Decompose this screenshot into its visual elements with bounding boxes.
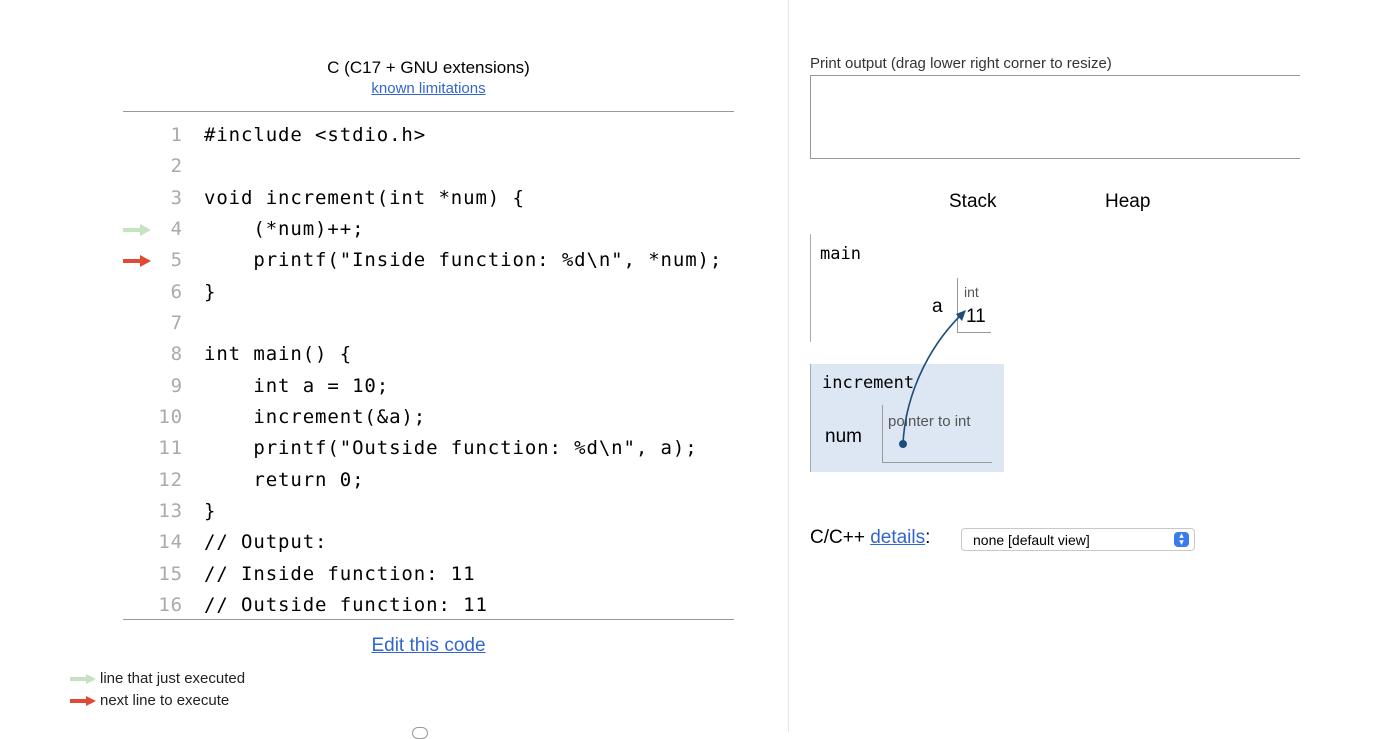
edit-code-link[interactable]: Edit this code (123, 635, 734, 657)
code-text: void increment(int *num) { (204, 186, 525, 209)
line-number: 8 (170, 343, 183, 366)
select-chevron-icon: ▴ ▾ (1174, 531, 1189, 547)
details-row: C/C++ details: (810, 527, 930, 549)
line-number: 4 (170, 217, 183, 240)
line-number: 10 (158, 405, 183, 428)
code-text: int main() { (204, 343, 353, 366)
variable-type-a: int (964, 284, 979, 300)
code-text: // Inside function: 11 (204, 562, 476, 585)
code-text: } (204, 280, 217, 303)
code-top-divider (123, 111, 734, 112)
line-number: 15 (158, 562, 183, 585)
frame-name-increment: increment (822, 373, 915, 393)
code-line: 4 (*num)++; (123, 214, 734, 245)
line-number: 13 (158, 499, 183, 522)
code-line: 5 printf("Inside function: %d\n", *num); (123, 245, 734, 276)
line-number: 11 (158, 437, 183, 460)
executed-line-arrow-icon (123, 223, 151, 236)
variable-name-num: num (825, 426, 862, 447)
line-number: 14 (158, 531, 183, 554)
code-line: 2 (123, 151, 734, 182)
known-limitations-link[interactable]: known limitations (123, 80, 734, 97)
code-line: 16 // Outside function: 11 (123, 590, 734, 621)
code-line: 11 printf("Outside function: %d\n", a); (123, 433, 734, 464)
code-text: #include <stdio.h> (204, 124, 427, 146)
line-number: 3 (170, 186, 183, 209)
details-prefix: C/C++ (810, 527, 865, 548)
code-line: 9 int a = 10; (123, 371, 734, 402)
code-line: 15 // Inside function: 11 (123, 559, 734, 590)
details-selected-value: none [default view] (973, 532, 1090, 548)
details-colon: : (925, 527, 931, 548)
legend-next-line-label: next line to execute (100, 692, 230, 709)
frame-name-main: main (820, 244, 861, 264)
line-number: 12 (158, 468, 183, 491)
line-number: 16 (158, 593, 183, 616)
line-number: 6 (170, 280, 183, 303)
legend-just-executed-label: line that just executed (100, 670, 246, 687)
green-arrow-icon (70, 674, 96, 685)
stack-heading: Stack (949, 191, 997, 212)
line-number: 5 (170, 249, 183, 272)
print-output-box[interactable] (810, 75, 1300, 159)
code-text: printf("Inside function: %d\n", *num); (204, 249, 723, 272)
code-text: // Output: (204, 531, 328, 554)
code-line: 3 void increment(int *num) { (123, 183, 734, 214)
code-text: return 0; (204, 468, 365, 491)
code-bottom-divider (123, 619, 734, 620)
code-line: 10 increment(&a); (123, 402, 734, 433)
code-line: 1 #include <stdio.h> (123, 120, 734, 151)
slider-handle[interactable] (412, 727, 428, 739)
code-text: // Outside function: 11 (204, 593, 488, 616)
red-arrow-icon (70, 696, 96, 707)
code-listing: 1 #include <stdio.h> 2 3 void increment(int … (123, 120, 734, 621)
variable-value-a: 11 (966, 306, 986, 327)
line-number: 9 (170, 374, 183, 397)
code-panel: C (C17 + GNU extensions) known limitatio… (0, 0, 790, 739)
details-link[interactable]: details (870, 527, 925, 548)
code-text: printf("Outside function: %d\n", a); (204, 437, 698, 460)
legend-next-line: next line to execute (70, 692, 229, 709)
panel-divider (788, 0, 789, 732)
code-line: 7 (123, 308, 734, 339)
code-line: 12 return 0; (123, 465, 734, 496)
code-line: 13} (123, 496, 734, 527)
legend-just-executed: line that just executed (70, 670, 245, 687)
line-number: 2 (170, 155, 183, 178)
variable-name-a: a (932, 296, 943, 317)
line-number: 1 (170, 124, 183, 146)
heap-heading: Heap (1105, 191, 1151, 212)
code-text: int a = 10; (204, 374, 390, 397)
code-text: (*num)++; (204, 217, 365, 240)
code-text: } (204, 499, 217, 522)
details-view-select[interactable]: none [default view] ▴ ▾ (961, 528, 1195, 551)
variable-type-num: pointer to int (888, 413, 971, 430)
language-title: C (C17 + GNU extensions) (327, 58, 530, 77)
code-line: 6} (123, 277, 734, 308)
line-number: 7 (170, 311, 183, 334)
code-text: increment(&a); (204, 405, 427, 428)
print-output-label: Print output (drag lower right corner to… (810, 55, 1112, 72)
code-line: 8 int main() { (123, 339, 734, 370)
code-line: 14 // Output: (123, 527, 734, 558)
next-line-arrow-icon (123, 255, 151, 268)
